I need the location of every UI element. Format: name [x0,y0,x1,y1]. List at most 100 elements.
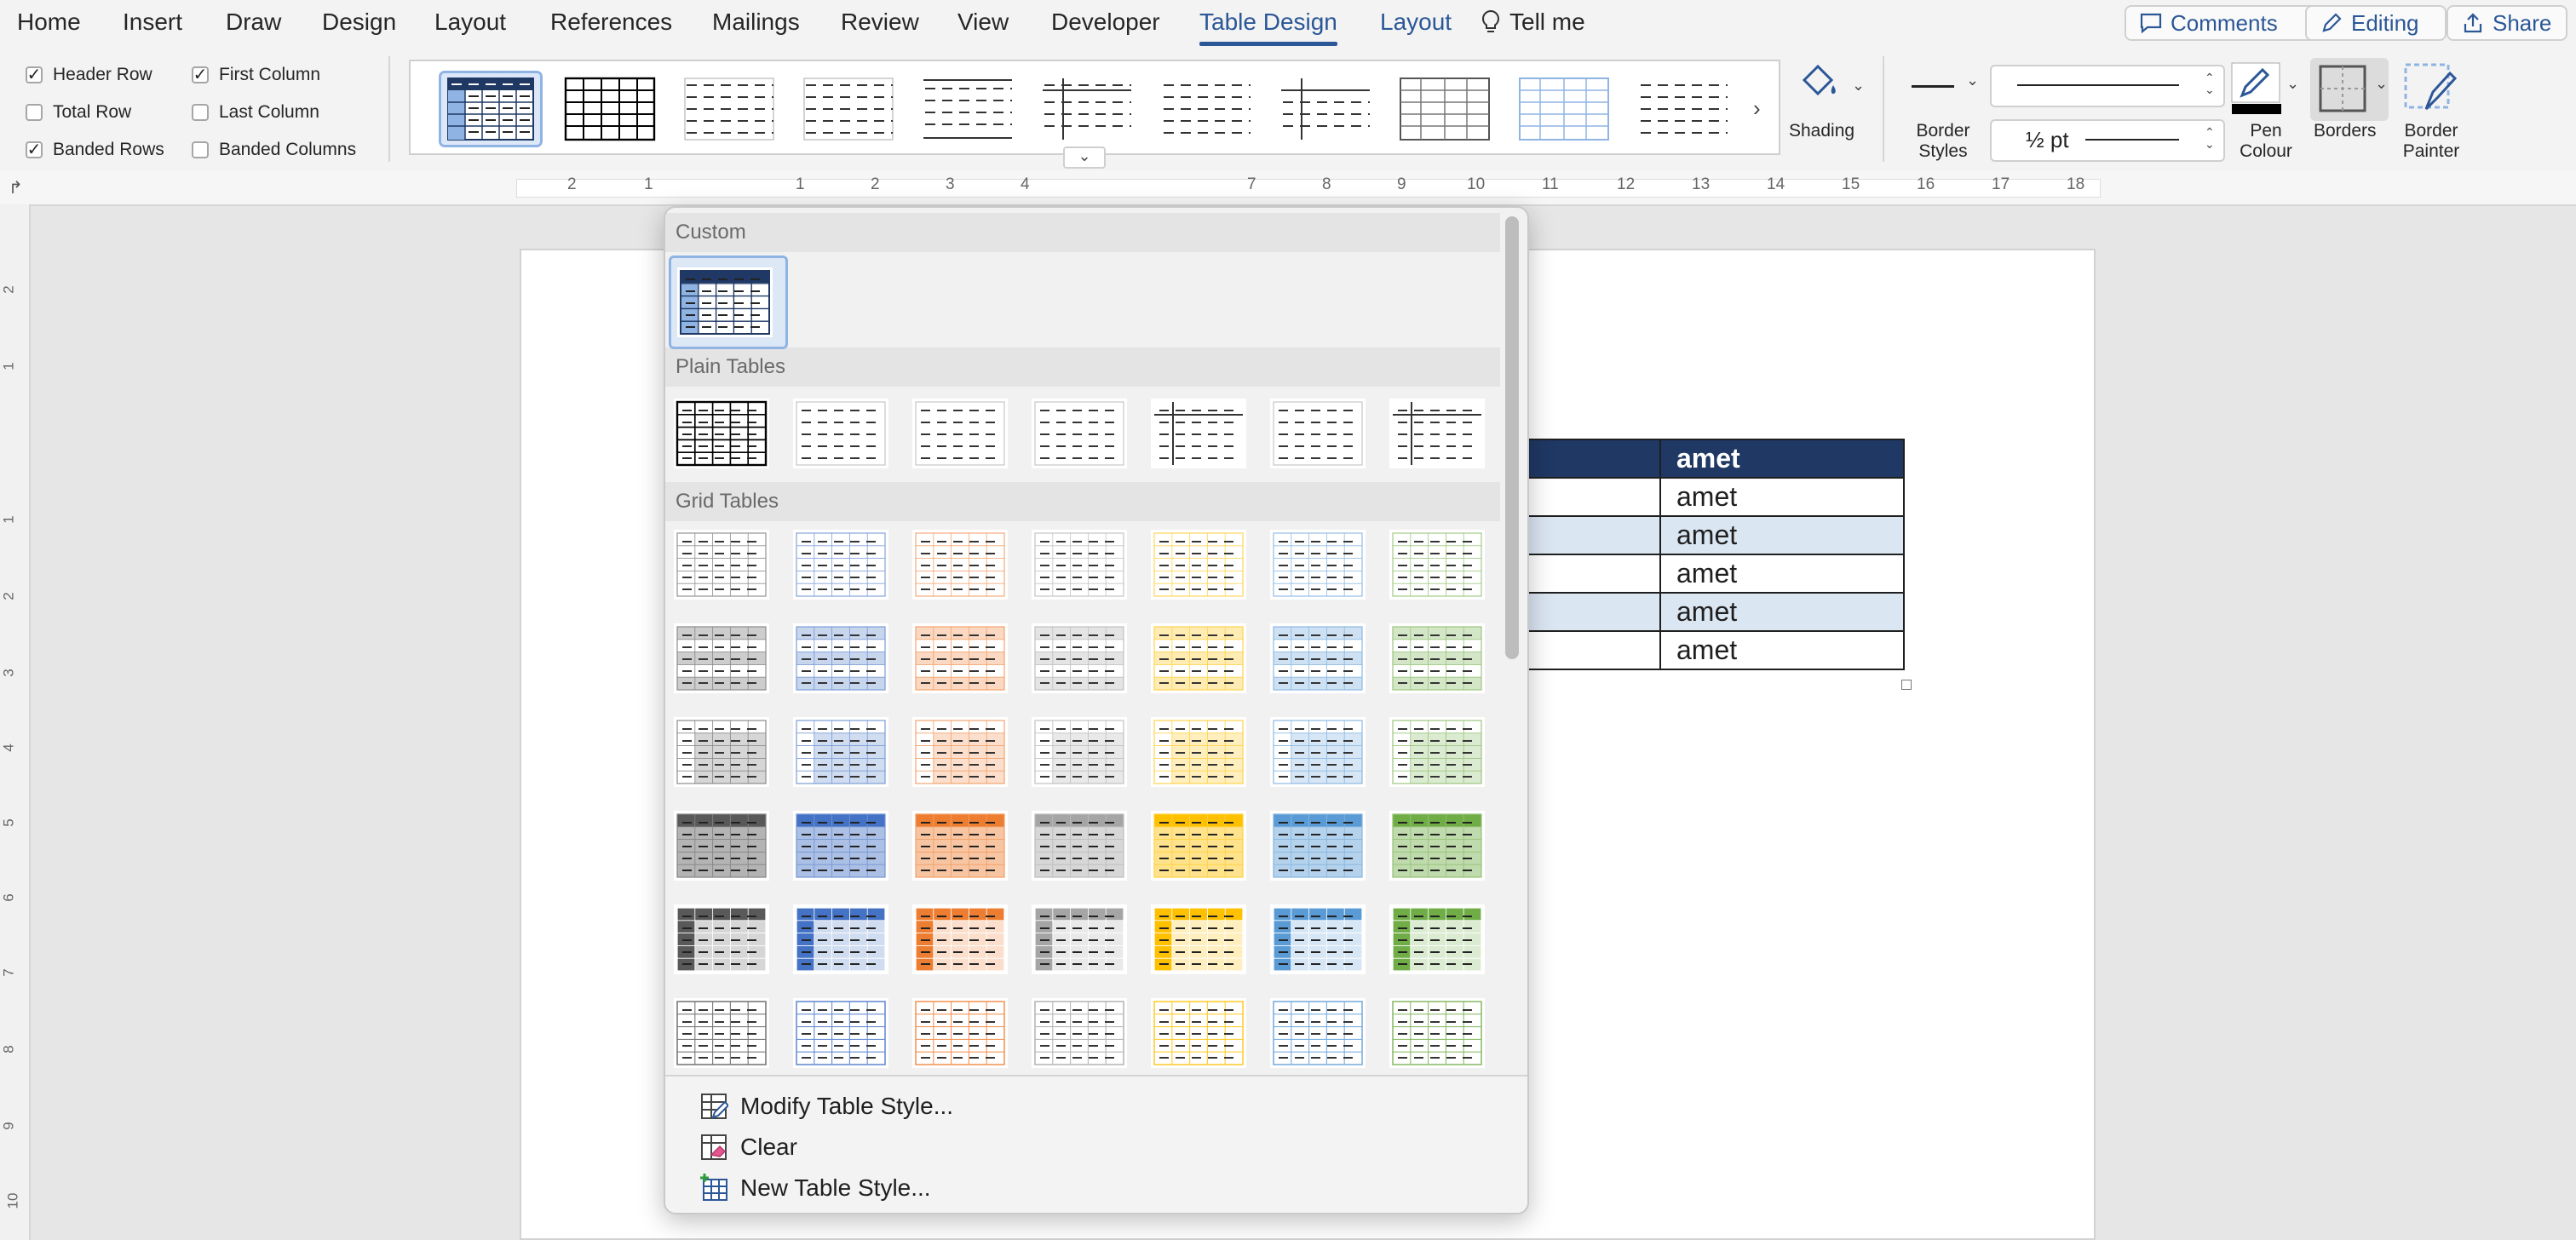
editing-button[interactable]: Editing [2305,5,2447,41]
gallery-expand-chevron-icon[interactable]: ⌄ [1063,146,1106,169]
grid-table-style[interactable] [912,904,1008,974]
grid-table-style[interactable] [1389,530,1485,600]
grid-table-style[interactable] [1270,717,1366,787]
comments-button[interactable]: Comments [2125,5,2332,41]
tab-insert[interactable]: Insert [123,9,182,36]
last-column-option[interactable]: Last Column [192,102,319,123]
grid-table-style[interactable] [793,623,888,693]
line-weight-select[interactable]: ½ pt ⌃ ⌄ [1990,119,2225,162]
tab-references[interactable]: References [550,9,672,36]
grid-table-style[interactable] [1270,811,1366,881]
grid-table-style[interactable] [1032,530,1127,600]
custom-table-style[interactable] [677,267,773,337]
new-table-style-item[interactable]: New Table Style... [699,1174,931,1203]
grid-table-style[interactable] [674,530,769,600]
gallery-style[interactable] [680,73,779,145]
grid-table-style[interactable] [1032,811,1127,881]
tell-me[interactable]: Tell me [1481,9,1585,36]
scrollbar-thumb[interactable] [1505,216,1519,659]
tab-table-layout[interactable]: Layout [1380,9,1452,36]
modify-table-style-item[interactable]: Modify Table Style... [699,1092,953,1121]
grid-table-style[interactable] [1389,717,1485,787]
grid-table-style[interactable] [674,717,769,787]
tab-design[interactable]: Design [322,9,396,36]
checkbox[interactable]: ✓ [26,141,43,158]
plain-table-style[interactable] [1270,399,1366,468]
checkbox[interactable]: ✓ [192,66,209,83]
border-painter-button[interactable] [2401,60,2460,119]
table-cell[interactable]: amet [1659,592,1905,632]
checkbox[interactable] [26,104,43,121]
plain-table-style[interactable] [912,399,1008,468]
grid-table-style[interactable] [1032,904,1127,974]
shading-button[interactable]: ⌄ [1796,60,1865,112]
table-style-gallery[interactable]: › ⌄ [409,60,1780,169]
grid-table-style[interactable] [793,904,888,974]
chevron-down-icon[interactable]: ⌄ [2375,75,2388,93]
grid-table-style[interactable] [912,811,1008,881]
grid-table-style[interactable] [912,623,1008,693]
borders-button[interactable]: ⌄ [2310,58,2389,121]
grid-table-style[interactable] [912,717,1008,787]
grid-table-style[interactable] [674,623,769,693]
grid-table-style[interactable] [793,811,888,881]
plain-table-style[interactable] [1389,399,1485,468]
grid-table-style[interactable] [1151,904,1246,974]
gallery-style[interactable] [1515,73,1613,145]
grid-table-style[interactable] [1151,717,1246,787]
chevron-down-icon[interactable]: ⌄ [2286,75,2299,93]
checkbox[interactable] [192,104,209,121]
grid-table-style[interactable] [1151,623,1246,693]
grid-table-style[interactable] [674,811,769,881]
checkbox[interactable] [192,141,209,158]
gallery-style[interactable] [1395,73,1494,145]
tab-developer[interactable]: Developer [1051,9,1160,36]
share-button[interactable]: Share [2447,5,2567,41]
grid-table-style[interactable] [912,530,1008,600]
gallery-style[interactable] [1038,73,1136,145]
tab-mailings[interactable]: Mailings [712,9,800,36]
grid-table-style[interactable] [1032,623,1127,693]
total-row-option[interactable]: Total Row [26,102,131,123]
line-style-select[interactable]: ⌃ ⌄ [1990,65,2225,107]
gallery-style[interactable] [1157,73,1256,145]
grid-table-style[interactable] [1151,530,1246,600]
first-column-option[interactable]: ✓ First Column [192,65,320,85]
pen-colour-button[interactable]: ⌄ [2230,61,2302,118]
border-styles-button[interactable]: ⌄ [1906,63,1981,111]
tab-home[interactable]: Home [17,9,81,36]
banded-columns-option[interactable]: Banded Columns [192,140,356,160]
plain-table-style[interactable] [674,399,769,468]
gallery-style[interactable] [561,73,659,145]
stepper-icon[interactable]: ⌃ ⌄ [2205,72,2215,95]
document-table[interactable]: amet amet amet amet amet amet [1492,439,1905,670]
grid-table-style[interactable] [1270,904,1366,974]
gallery-style[interactable] [1634,73,1733,145]
table-cell[interactable]: amet [1659,554,1905,594]
banded-rows-option[interactable]: ✓ Banded Rows [26,140,164,160]
grid-table-style[interactable] [1389,904,1485,974]
clear-item[interactable]: Clear [699,1133,797,1162]
gallery-next-icon[interactable]: › [1753,95,1761,122]
gallery-style[interactable] [918,73,1017,145]
grid-table-style[interactable] [793,717,888,787]
gallery-style[interactable] [439,71,543,147]
table-cell[interactable]: amet [1659,477,1905,517]
chevron-down-icon[interactable]: ⌄ [1966,72,1979,89]
plain-table-style[interactable] [1151,399,1246,468]
tab-table-design[interactable]: Table Design [1199,9,1337,46]
header-row-option[interactable]: ✓ Header Row [26,65,152,85]
table-cell[interactable]: amet [1659,630,1905,670]
grid-table-style[interactable] [1151,811,1246,881]
tab-view[interactable]: View [957,9,1009,36]
stepper-icon[interactable]: ⌃ ⌄ [2205,126,2215,150]
plain-table-style[interactable] [1032,399,1127,468]
table-cell[interactable]: amet [1659,515,1905,555]
table-cell[interactable]: amet [1659,439,1905,479]
grid-table-style[interactable] [1270,530,1366,600]
grid-table-style[interactable] [1032,717,1127,787]
tab-draw[interactable]: Draw [226,9,281,36]
tab-layout[interactable]: Layout [434,9,506,36]
tab-selector-icon[interactable]: ↱ [9,177,23,198]
grid-table-style[interactable] [1389,623,1485,693]
